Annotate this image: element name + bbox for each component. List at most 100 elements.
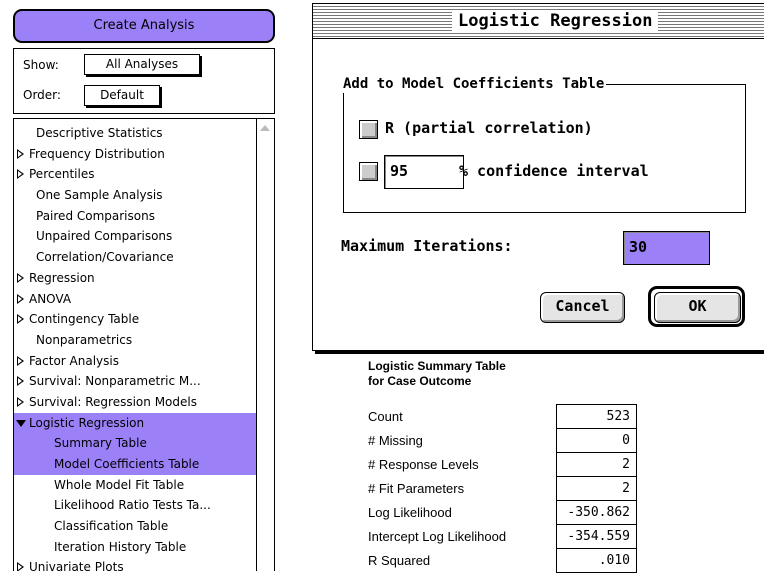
table-row: Count 523 [359, 404, 637, 429]
disclosure-triangle-icon[interactable] [17, 314, 24, 325]
disclosure-triangle-icon[interactable] [17, 293, 24, 304]
table-row: R Squared .010 [359, 548, 637, 573]
list-item[interactable]: Survival: Regression Models [14, 392, 256, 413]
row-value: 2 [556, 452, 637, 477]
summary-title-line1: Logistic Summary Table [368, 359, 506, 373]
max-iterations-label: Maximum Iterations: [341, 237, 513, 255]
summary-table-title: Logistic Summary Table for Case Outcome [368, 359, 506, 389]
list-scrollbar[interactable] [256, 119, 274, 571]
scroll-up-arrow-icon[interactable] [260, 125, 270, 131]
disclosure-triangle-icon[interactable] [17, 272, 24, 283]
row-label: # Missing [368, 433, 423, 448]
list-item-label: Summary Table [54, 436, 147, 451]
list-item[interactable]: Unpaired Comparisons [14, 226, 256, 247]
list-item-label: Model Coefficients Table [54, 457, 200, 471]
default-button-ring: OK [648, 286, 745, 327]
ok-button[interactable]: OK [654, 292, 741, 323]
list-item[interactable]: Whole Model Fit Table [14, 475, 256, 496]
disclosure-triangle-icon[interactable] [17, 148, 24, 159]
list-item-label: Frequency Distribution [29, 146, 165, 161]
row-label: R Squared [368, 553, 431, 568]
summary-title-line2: for Case Outcome [368, 374, 472, 388]
show-label: Show: [23, 58, 59, 72]
list-item-label: Univariate Plots [29, 560, 124, 571]
analysis-list-items: Descriptive Statistics Frequency Distribu… [14, 123, 256, 571]
list-item-label: Classification Table [54, 519, 169, 534]
list-item[interactable]: Descriptive Statistics [14, 123, 256, 144]
list-item[interactable]: Iteration History Table [14, 537, 256, 558]
disclosure-triangle-icon[interactable] [17, 355, 24, 366]
list-item-label: Contingency Table [29, 312, 140, 327]
group-title: Add to Model Coefficients Table [341, 75, 607, 93]
list-item[interactable]: Model Coefficients Table [14, 454, 256, 475]
disclosure-triangle-icon[interactable] [17, 376, 24, 387]
list-item-label: Descriptive Statistics [36, 126, 163, 140]
list-item[interactable]: Regression [14, 268, 256, 289]
row-value: .010 [556, 548, 637, 573]
browser-options-panel: Show: All Analyses Order: Default [13, 48, 275, 114]
list-item[interactable]: Univariate Plots [14, 557, 256, 571]
disclosure-triangle-open-icon[interactable] [16, 419, 26, 427]
list-item-label: Survival: Regression Models [29, 394, 197, 409]
list-item[interactable]: ANOVA [14, 289, 256, 310]
list-item-label: Survival: Nonparametric M... [29, 374, 201, 389]
disclosure-triangle-icon[interactable] [17, 396, 24, 407]
table-row: Log Likelihood -350.862 [359, 500, 637, 525]
order-label: Order: [23, 88, 61, 102]
list-item[interactable]: Correlation/Covariance [14, 247, 256, 268]
list-item[interactable]: Factor Analysis [14, 351, 256, 372]
disclosure-triangle-icon[interactable] [17, 562, 24, 571]
list-item-label: Iteration History Table [54, 539, 187, 554]
row-label: # Fit Parameters [368, 481, 465, 496]
list-item[interactable]: Contingency Table [14, 309, 256, 330]
dialog-title: Logistic Regression [452, 10, 659, 32]
list-item-label: Logistic Regression [29, 415, 145, 430]
row-label: # Response Levels [368, 457, 479, 472]
r-partial-correlation-checkbox[interactable] [359, 120, 378, 139]
list-item[interactable]: Paired Comparisons [14, 206, 256, 227]
row-value: -354.559 [556, 524, 637, 549]
row-label: Log Likelihood [368, 505, 452, 520]
r-partial-correlation-label: R (partial correlation) [385, 119, 593, 137]
max-iterations-field[interactable]: 30 [623, 231, 710, 265]
order-popup[interactable]: Default [84, 85, 160, 106]
row-value: 0 [556, 428, 637, 453]
list-item-label: Likelihood Ratio Tests Ta... [54, 498, 211, 513]
confidence-interval-label: % confidence interval [459, 162, 649, 180]
list-item[interactable]: Survival: Nonparametric M... [14, 371, 256, 392]
list-item[interactable]: One Sample Analysis [14, 185, 256, 206]
row-value: -350.862 [556, 500, 637, 525]
confidence-interval-checkbox[interactable] [359, 162, 378, 181]
list-item-label: Regression [29, 270, 95, 285]
list-item[interactable]: Frequency Distribution [14, 144, 256, 165]
list-item-label: Percentiles [29, 167, 95, 182]
row-label: Count [368, 409, 403, 424]
list-item[interactable]: Nonparametrics [14, 330, 256, 351]
list-item[interactable]: Likelihood Ratio Tests Ta... [14, 495, 256, 516]
cancel-button[interactable]: Cancel [540, 292, 625, 323]
row-label: Intercept Log Likelihood [368, 529, 507, 544]
dialog-titlebar[interactable]: Logistic Regression [313, 4, 764, 39]
row-value: 2 [556, 476, 637, 501]
list-item-label: Nonparametrics [36, 332, 133, 347]
list-item-label: Correlation/Covariance [36, 250, 174, 265]
list-item[interactable]: Percentiles [14, 164, 256, 185]
list-item-label: Factor Analysis [29, 353, 119, 368]
list-item[interactable]: Classification Table [14, 516, 256, 537]
show-popup[interactable]: All Analyses [84, 54, 200, 75]
table-row: # Response Levels 2 [359, 452, 637, 477]
list-item-label: Paired Comparisons [36, 208, 155, 223]
list-item[interactable]: Logistic Regression [14, 412, 256, 434]
list-item[interactable]: Summary Table [14, 433, 256, 454]
analysis-list[interactable]: Descriptive Statistics Frequency Distribu… [13, 118, 275, 571]
table-row: # Fit Parameters 2 [359, 476, 637, 501]
list-item-label: One Sample Analysis [36, 188, 163, 203]
table-row: # Missing 0 [359, 428, 637, 453]
confidence-level-field[interactable]: 95 [384, 155, 464, 189]
create-analysis-button[interactable]: Create Analysis [13, 9, 275, 43]
logistic-regression-dialog: Logistic Regression Add to Model Coeffic… [312, 3, 764, 351]
disclosure-triangle-icon[interactable] [17, 169, 24, 180]
list-item-label: Whole Model Fit Table [54, 477, 185, 492]
logistic-summary-table: Count 523 # Missing 0 # Response Levels 2 # Fi… [359, 404, 637, 573]
coefficients-options-group [343, 84, 746, 213]
